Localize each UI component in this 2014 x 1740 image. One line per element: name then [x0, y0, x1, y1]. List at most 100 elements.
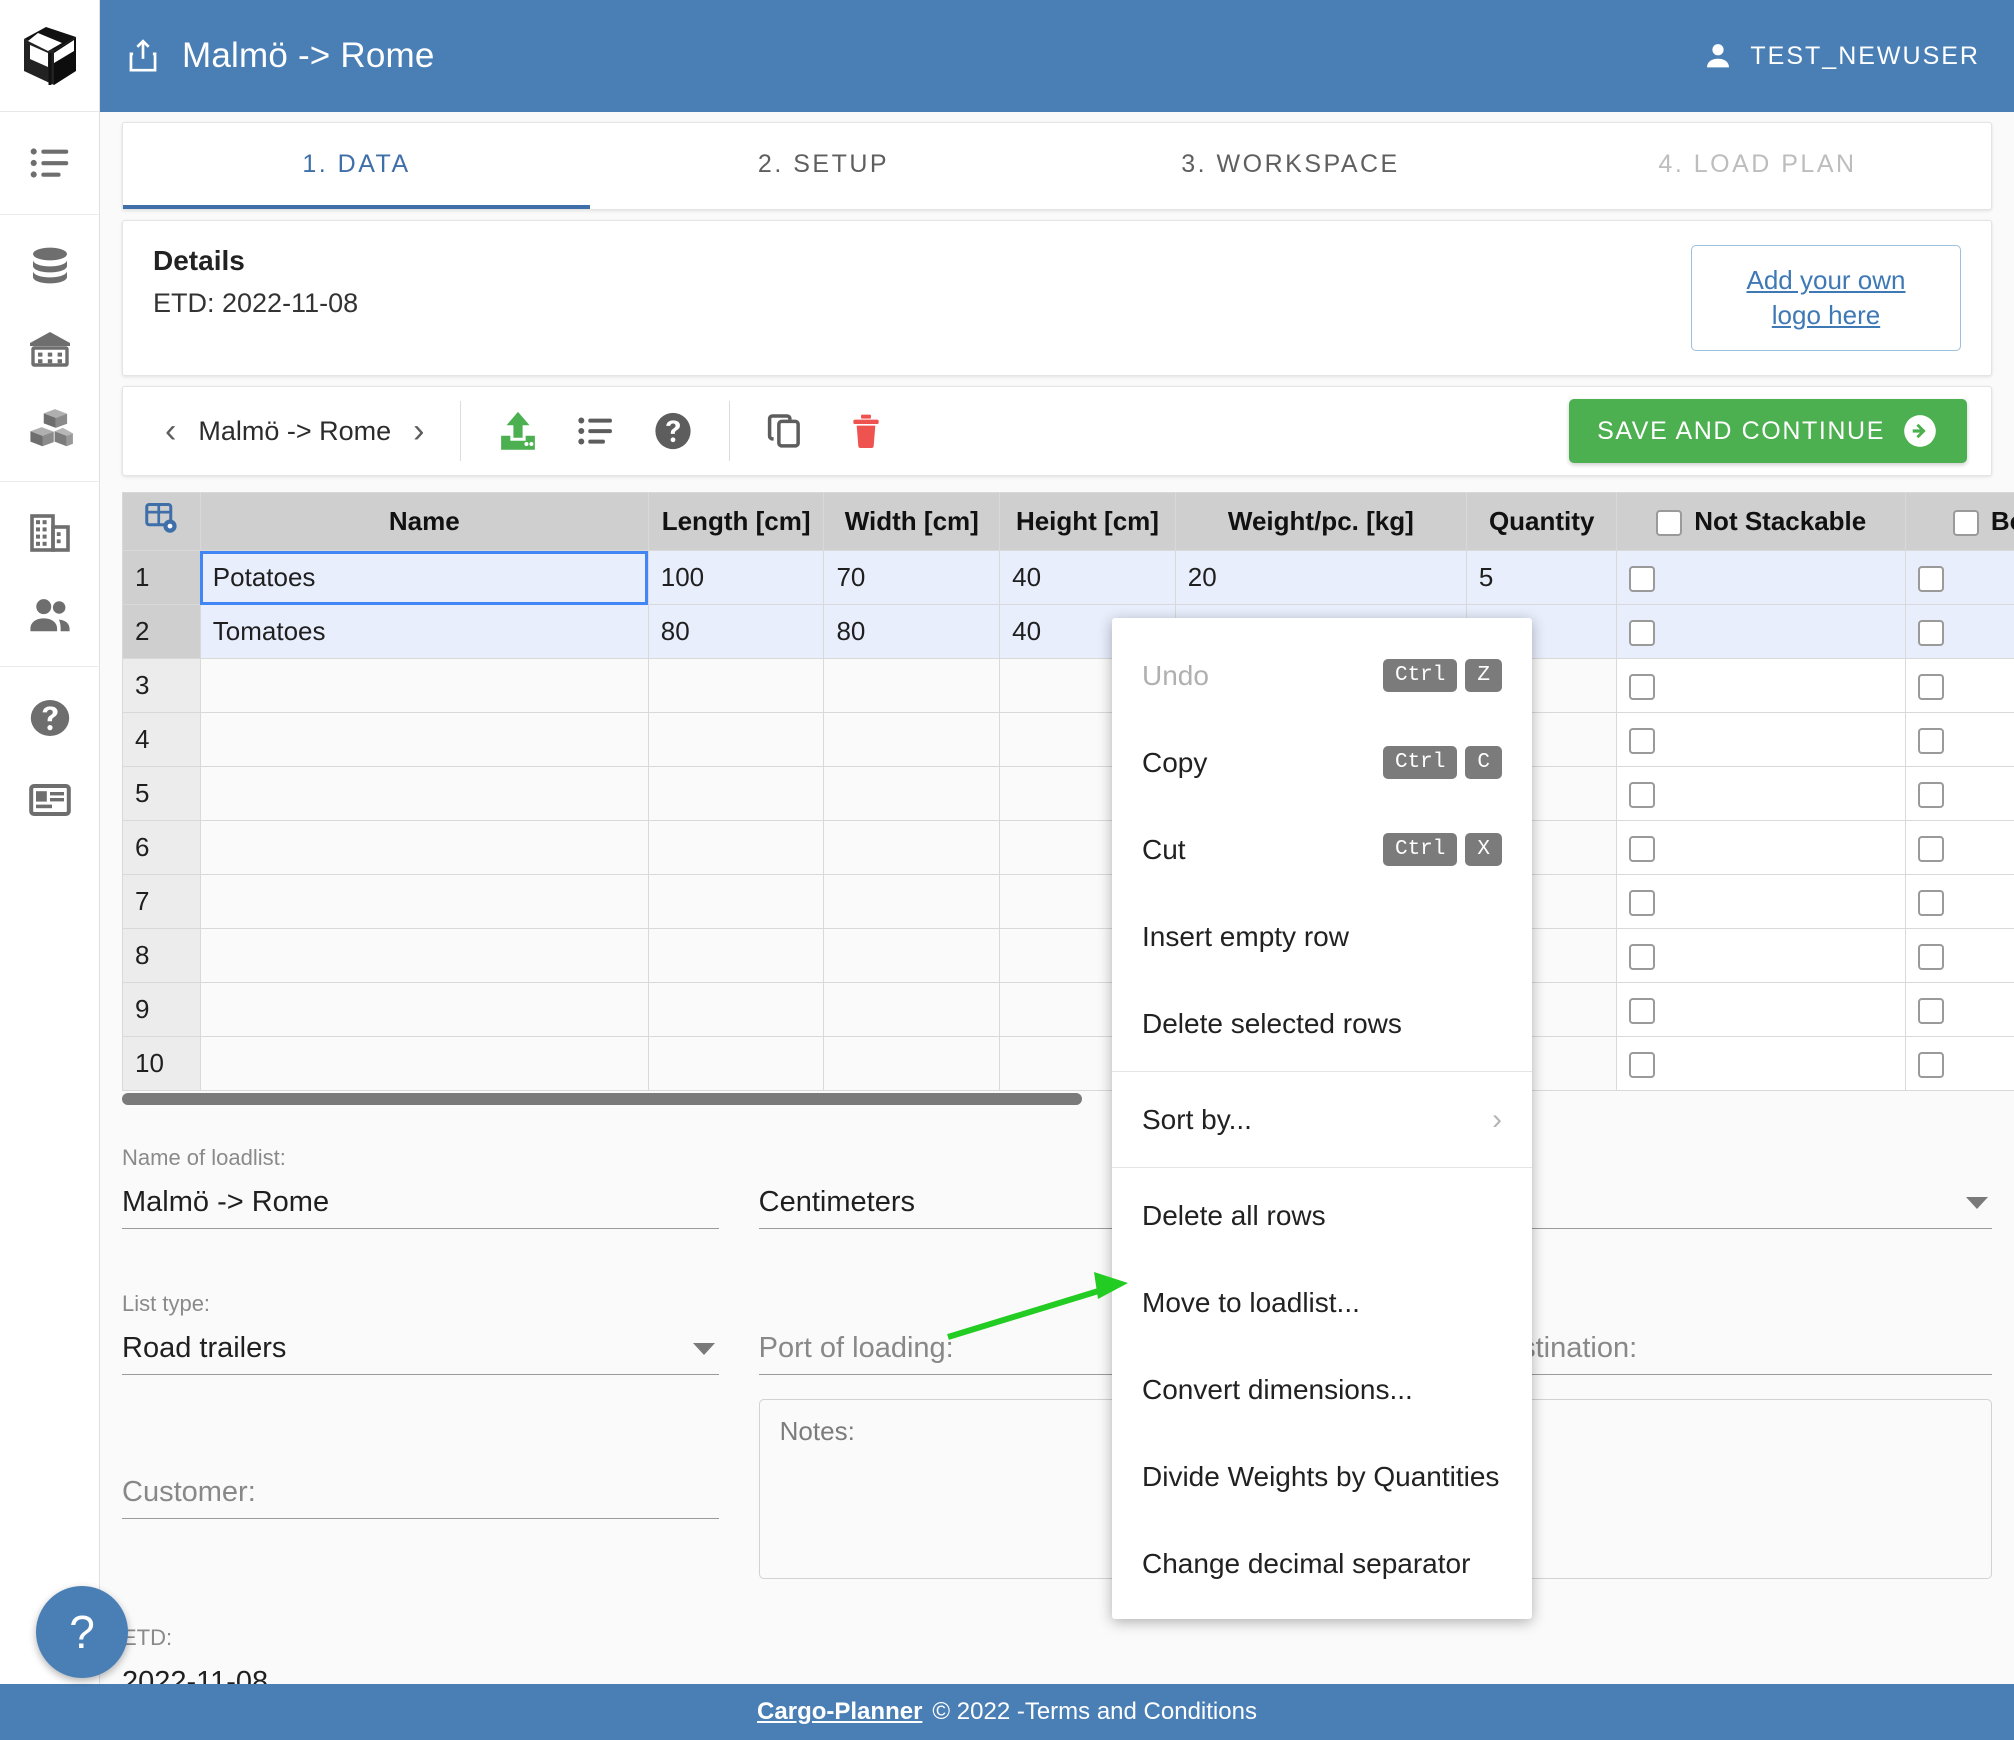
- cell-width[interactable]: [823, 982, 1001, 1037]
- bottom-only-checkbox[interactable]: [1918, 782, 1945, 809]
- app-logo[interactable]: [0, 0, 99, 112]
- cell-quantity[interactable]: 5: [1465, 550, 1618, 605]
- not-stackable-checkbox[interactable]: [1629, 782, 1656, 809]
- bottom-only-header-checkbox[interactable]: [1952, 510, 1979, 537]
- cell-width[interactable]: [823, 658, 1001, 713]
- row-number[interactable]: 4: [122, 712, 201, 767]
- cell-length[interactable]: 80: [647, 604, 825, 659]
- cell-length[interactable]: [647, 928, 825, 983]
- cell-length[interactable]: [647, 712, 825, 767]
- row-number[interactable]: 10: [122, 1036, 201, 1091]
- table-settings-button[interactable]: [122, 492, 201, 551]
- sidebar-item-equipment[interactable]: [0, 307, 99, 389]
- cell-length[interactable]: [647, 766, 825, 821]
- cell-width[interactable]: [823, 1036, 1001, 1091]
- cell-length[interactable]: [647, 982, 825, 1037]
- etd-input[interactable]: 2022-11-08: [122, 1657, 719, 1684]
- tab-workspace[interactable]: 3. WORKSPACE: [1057, 123, 1524, 209]
- row-number[interactable]: 7: [122, 874, 201, 929]
- bottom-only-checkbox[interactable]: [1918, 674, 1945, 701]
- cell-not-stackable[interactable]: [1616, 928, 1907, 983]
- cell-not-stackable[interactable]: [1616, 874, 1907, 929]
- chevron-down-icon[interactable]: [1966, 1196, 1988, 1209]
- cell-bottom-only[interactable]: [1905, 712, 2014, 767]
- list-view-button[interactable]: [575, 410, 617, 452]
- cell-bottom-only[interactable]: [1905, 550, 2014, 605]
- cell-not-stackable[interactable]: [1616, 766, 1907, 821]
- not-stackable-checkbox[interactable]: [1629, 566, 1656, 593]
- menu-item-convert-dimensions[interactable]: Convert dimensions...: [1112, 1346, 1532, 1433]
- list-type-select[interactable]: Road trailers: [122, 1323, 719, 1375]
- scrollbar-thumb[interactable]: [122, 1093, 1082, 1105]
- col-height[interactable]: Height [cm]: [999, 492, 1176, 551]
- toolbar-help-button[interactable]: [651, 409, 695, 453]
- cell-bottom-only[interactable]: [1905, 766, 2014, 821]
- cell-name[interactable]: [199, 982, 649, 1037]
- sidebar-item-contact[interactable]: [0, 759, 99, 841]
- menu-item-undo[interactable]: Undo Ctrl Z: [1112, 632, 1532, 719]
- row-number[interactable]: 3: [122, 658, 201, 713]
- menu-item-delete-selected-rows[interactable]: Delete selected rows: [1112, 980, 1532, 1067]
- cell-length[interactable]: [647, 820, 825, 875]
- sidebar-item-help[interactable]: [0, 677, 99, 759]
- not-stackable-checkbox[interactable]: [1629, 998, 1656, 1025]
- cell-bottom-only[interactable]: [1905, 658, 2014, 713]
- row-number[interactable]: 1: [122, 550, 201, 605]
- cell-name[interactable]: [199, 928, 649, 983]
- row-number[interactable]: 9: [122, 982, 201, 1037]
- not-stackable-checkbox[interactable]: [1629, 890, 1656, 917]
- cell-length[interactable]: [647, 874, 825, 929]
- chevron-down-icon[interactable]: [692, 1342, 715, 1355]
- cell-not-stackable[interactable]: [1616, 550, 1907, 605]
- cell-width[interactable]: 70: [823, 550, 1001, 605]
- menu-item-change-decimal-separator[interactable]: Change decimal separator: [1112, 1520, 1532, 1607]
- col-width[interactable]: Width [cm]: [823, 492, 1001, 551]
- add-logo-button[interactable]: Add your own logo here: [1691, 245, 1961, 351]
- customer-input[interactable]: Customer:: [122, 1467, 719, 1519]
- bottom-only-checkbox[interactable]: [1918, 998, 1945, 1025]
- import-button[interactable]: [495, 408, 541, 454]
- table-horizontal-scrollbar[interactable]: [122, 1093, 1852, 1105]
- sidebar-item-company[interactable]: [0, 492, 99, 574]
- menu-item-cut[interactable]: Cut Ctrl X: [1112, 806, 1532, 893]
- cell-not-stackable[interactable]: [1616, 1036, 1907, 1091]
- table-row[interactable]: 8: [122, 928, 2014, 983]
- tab-load-plan[interactable]: 4. LOAD PLAN: [1524, 123, 1991, 209]
- menu-item-insert-empty-row[interactable]: Insert empty row: [1112, 893, 1532, 980]
- cell-not-stackable[interactable]: [1616, 712, 1907, 767]
- row-number[interactable]: 5: [122, 766, 201, 821]
- not-stackable-header-checkbox[interactable]: [1656, 510, 1683, 537]
- row-number[interactable]: 6: [122, 820, 201, 875]
- cell-width[interactable]: [823, 874, 1001, 929]
- menu-item-sort-by[interactable]: Sort by... ›: [1112, 1076, 1532, 1163]
- name-of-loadlist-input[interactable]: Malmö -> Rome: [122, 1177, 719, 1229]
- bottom-only-checkbox[interactable]: [1918, 890, 1945, 917]
- cell-bottom-only[interactable]: [1905, 820, 2014, 875]
- not-stackable-checkbox[interactable]: [1629, 944, 1656, 971]
- cell-weight[interactable]: 20: [1174, 550, 1467, 605]
- tab-data[interactable]: 1. DATA: [123, 123, 590, 209]
- delete-button[interactable]: [846, 410, 886, 452]
- bottom-only-checkbox[interactable]: [1918, 566, 1945, 593]
- cell-name[interactable]: Tomatoes: [199, 604, 649, 659]
- not-stackable-checkbox[interactable]: [1629, 1052, 1656, 1079]
- menu-item-delete-all-rows[interactable]: Delete all rows: [1112, 1172, 1532, 1259]
- cell-width[interactable]: [823, 766, 1001, 821]
- table-row[interactable]: 7: [122, 874, 2014, 929]
- table-row[interactable]: 2 Tomatoes 80 80 40 10 10: [122, 604, 2014, 659]
- chevron-left-icon[interactable]: ‹: [159, 412, 182, 451]
- sidebar-item-loadlists[interactable]: [0, 122, 99, 204]
- cell-not-stackable[interactable]: [1616, 658, 1907, 713]
- bottom-only-checkbox[interactable]: [1918, 836, 1945, 863]
- cell-length[interactable]: [647, 658, 825, 713]
- sidebar-item-packaging[interactable]: [0, 389, 99, 471]
- col-length[interactable]: Length [cm]: [647, 492, 825, 551]
- copy-button[interactable]: [764, 410, 806, 452]
- sidebar-item-data[interactable]: [0, 225, 99, 307]
- cell-width[interactable]: [823, 928, 1001, 983]
- cell-bottom-only[interactable]: [1905, 982, 2014, 1037]
- cell-name[interactable]: [199, 1036, 649, 1091]
- table-row[interactable]: 1 Potatoes 100 70 40 20 5: [122, 550, 2014, 605]
- not-stackable-checkbox[interactable]: [1629, 728, 1656, 755]
- table-row[interactable]: 5: [122, 766, 2014, 821]
